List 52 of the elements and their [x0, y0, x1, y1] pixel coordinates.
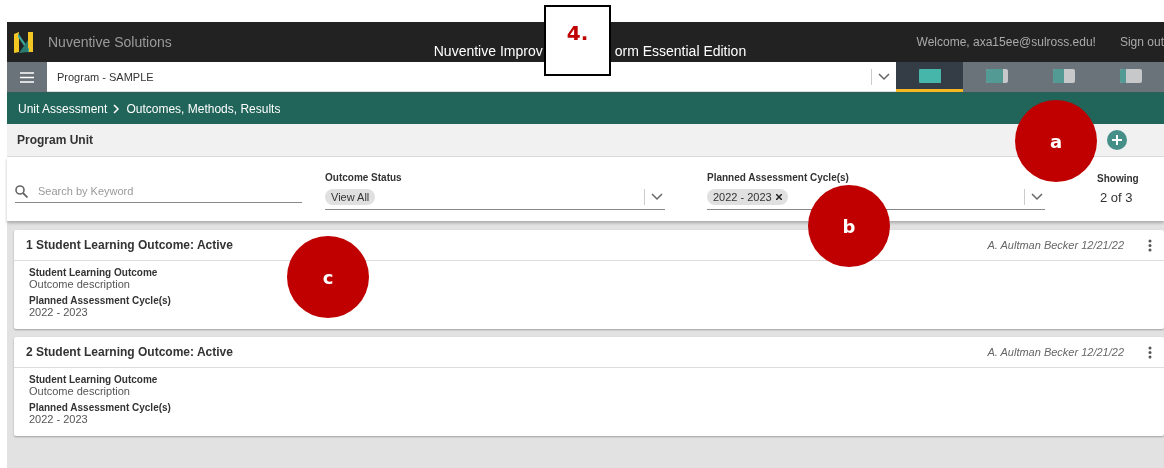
- layout-icon: [1052, 68, 1075, 83]
- field-label: Student Learning Outcome: [29, 374, 158, 385]
- author-date: A. Aultman Becker 12/21/22: [987, 346, 1124, 358]
- app-title: orm Essential Edition: [614, 43, 747, 61]
- layout-icon: [985, 68, 1008, 83]
- showing-count: 2 of 3: [1100, 190, 1133, 205]
- chevron-down-icon[interactable]: [1031, 193, 1043, 201]
- more-options-button[interactable]: [1148, 345, 1152, 359]
- field-value: 2022 - 2023: [29, 306, 88, 318]
- section-title: Program Unit: [17, 133, 93, 147]
- field-label: Planned Assessment Cycle(s): [29, 295, 171, 306]
- plus-icon: [1112, 135, 1122, 145]
- brand-name: Nuventive Solutions: [48, 34, 172, 52]
- breadcrumb-link[interactable]: Unit Assessment: [18, 101, 108, 116]
- search-field[interactable]: Search by Keyword: [36, 184, 302, 198]
- showing-label: Showing: [1097, 173, 1139, 184]
- program-select[interactable]: Program - SAMPLE: [47, 62, 896, 92]
- remove-icon[interactable]: [775, 194, 782, 200]
- filter-chip: 2022 - 2023: [707, 189, 788, 205]
- sign-out-link[interactable]: Sign out: [1119, 35, 1164, 62]
- layout-icon: [918, 68, 941, 83]
- logo-icon: [13, 31, 34, 54]
- view-tab[interactable]: [963, 62, 1030, 92]
- chevron-down-icon[interactable]: [878, 72, 890, 81]
- view-tab[interactable]: [1097, 62, 1164, 92]
- field-value: 2022 - 2023: [29, 413, 88, 425]
- layout-icon: [1119, 68, 1142, 83]
- app-title: Nuventive Improv: [433, 43, 543, 61]
- menu-icon: [20, 71, 34, 83]
- search-icon: [15, 184, 28, 198]
- breadcrumb-link[interactable]: Outcomes, Methods, Results: [126, 101, 281, 116]
- filter-chip: View All: [325, 189, 376, 205]
- author-date: A. Aultman Becker 12/21/22: [987, 239, 1124, 251]
- filter-label: Outcome Status: [325, 172, 402, 183]
- card-title: 2 Student Learning Outcome: Active: [26, 345, 233, 359]
- view-tab[interactable]: [896, 62, 963, 92]
- field-label: Student Learning Outcome: [29, 267, 158, 278]
- menu-button[interactable]: [7, 62, 47, 92]
- chevron-down-icon[interactable]: [651, 193, 663, 201]
- kebab-icon: [1148, 345, 1152, 359]
- field-label: Planned Assessment Cycle(s): [29, 402, 171, 413]
- callout-marker: 4.: [544, 5, 611, 76]
- welcome-text: Welcome, axa15ee@sulross.edu!: [916, 35, 1096, 51]
- more-options-button[interactable]: [1148, 238, 1152, 252]
- kebab-icon: [1148, 238, 1152, 252]
- field-value: Outcome description: [29, 385, 130, 397]
- filter-label: Planned Assessment Cycle(s): [707, 172, 849, 183]
- card-title: 1 Student Learning Outcome: Active: [26, 238, 233, 252]
- outcome-status-select[interactable]: View All: [325, 185, 665, 210]
- chevron-right-icon: [113, 103, 121, 114]
- add-button[interactable]: [1107, 130, 1127, 150]
- field-value: Outcome description: [29, 278, 130, 290]
